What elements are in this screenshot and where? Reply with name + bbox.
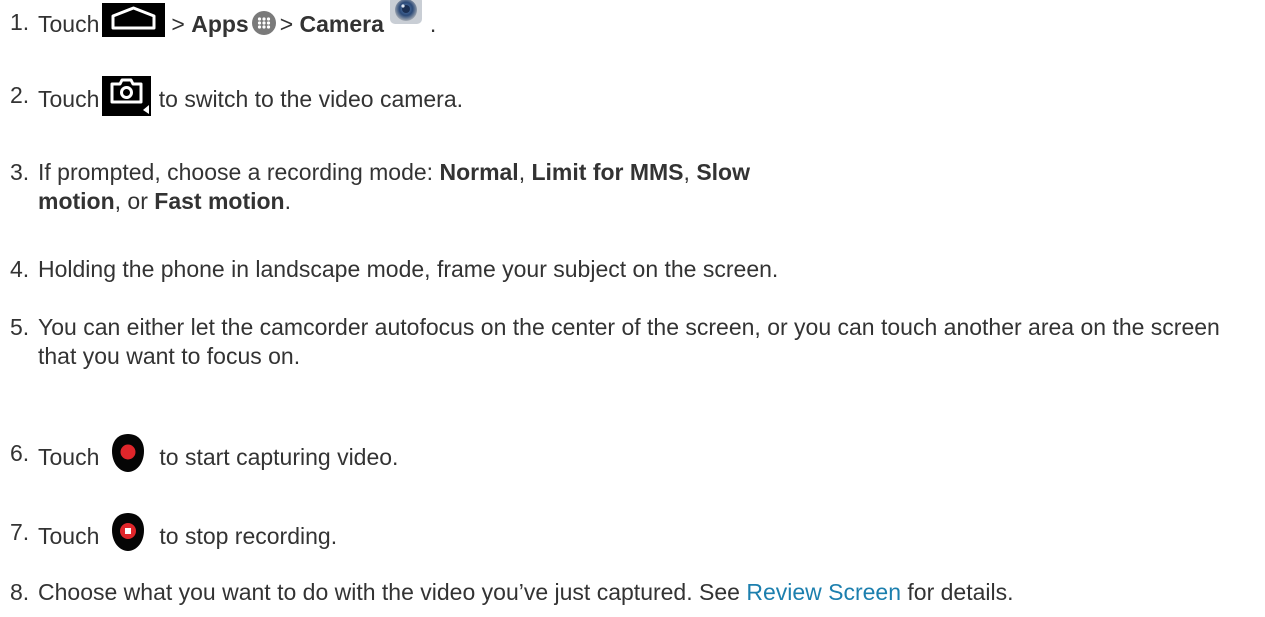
home-icon [102, 3, 166, 37]
step-body: You can either let the camcorder autofoc… [38, 314, 1220, 369]
step-number: 6. [10, 440, 30, 466]
step-body: Touch to stop recording. [38, 513, 1255, 558]
step-body: Touch to switch to the video camera. [38, 76, 1255, 121]
step-text: Touch [38, 11, 100, 38]
step-text: If prompted, choose a recording mode: [38, 159, 440, 185]
review-screen-link[interactable]: Review Screen [746, 579, 901, 605]
step-number: 8. [10, 579, 30, 605]
step-text: Touch [38, 523, 100, 550]
step-body: Choose what you want to do with the vide… [38, 578, 1255, 607]
step-number: 4. [10, 256, 30, 282]
comma: , [683, 159, 697, 185]
step-text: Choose what you want to do with the vide… [38, 579, 747, 605]
step-text: for details. [901, 579, 1014, 605]
step-number: 7. [10, 519, 30, 545]
apps-grid-icon [251, 11, 276, 35]
step-number: 2. [10, 82, 30, 108]
stop-record-icon [111, 512, 145, 552]
step-text: to stop recording. [159, 523, 338, 550]
step-number: 1. [10, 9, 30, 35]
step-text: Touch [38, 86, 100, 113]
step-body: Touch > Apps > Camera. [38, 0, 1255, 44]
step-text: to start capturing video. [159, 444, 399, 471]
camera-switch-icon [102, 76, 152, 116]
comma: , [518, 159, 532, 185]
camera-app-icon [388, 0, 424, 28]
camera-label: Camera [299, 11, 384, 38]
record-icon [111, 433, 145, 473]
step-text: Touch [38, 444, 100, 471]
or-text: , or [114, 188, 155, 214]
mode-limit-mms: Limit for MMS [531, 159, 684, 185]
step-body: Touch to start capturing video. [38, 434, 1255, 479]
step-number: 5. [10, 314, 30, 340]
step-text: to switch to the video camera. [158, 86, 464, 113]
step-body: Holding the phone in landscape mode, fra… [38, 256, 779, 282]
separator: > [279, 11, 294, 38]
separator: > [171, 11, 185, 38]
period: . [284, 188, 292, 214]
mode-normal: Normal [439, 159, 519, 185]
period: . [429, 11, 437, 38]
step-body: If prompted, choose a recording mode: No… [38, 158, 835, 216]
step-number: 3. [10, 159, 30, 185]
mode-fast-motion: Fast motion [154, 188, 285, 214]
apps-label: Apps [191, 11, 249, 38]
